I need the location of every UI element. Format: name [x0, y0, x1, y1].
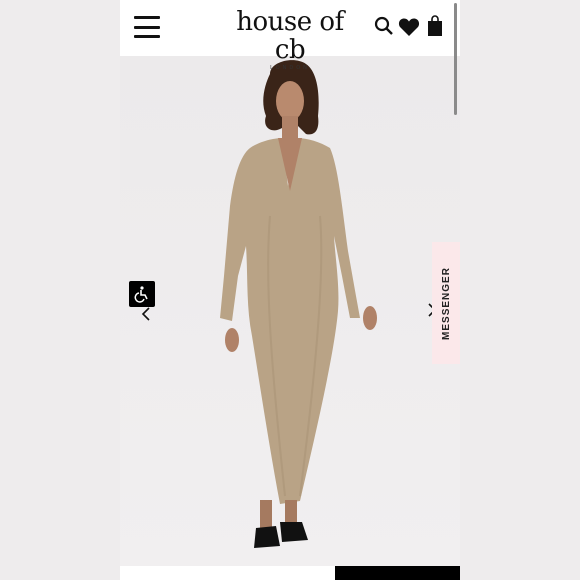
model-right-leg	[285, 500, 297, 524]
chevron-left-icon[interactable]	[140, 306, 152, 322]
model-left-hand	[225, 328, 239, 352]
product-image-area[interactable]: MESSENGER	[120, 56, 460, 566]
right-shoe	[280, 522, 308, 542]
accessibility-button[interactable]	[129, 281, 155, 307]
model-face	[276, 81, 304, 121]
messenger-label: MESSENGER	[440, 266, 452, 340]
model-left-leg	[260, 500, 272, 530]
scrollbar[interactable]	[454, 3, 457, 115]
phone-screen: MESSENGER house of cb LONDON	[120, 0, 460, 580]
search-icon[interactable]	[374, 16, 394, 36]
dress	[220, 138, 360, 504]
messenger-tab[interactable]: MESSENGER	[432, 242, 460, 364]
site-header: house of cb LONDON	[120, 0, 460, 115]
left-backdrop	[0, 0, 120, 580]
hamburger-menu-icon[interactable]	[134, 16, 160, 38]
right-backdrop	[460, 0, 580, 580]
model-neck	[282, 116, 298, 138]
product-image	[220, 60, 377, 548]
wheelchair-accessibility-icon	[134, 286, 148, 303]
left-shoe	[254, 526, 280, 548]
model-right-hand	[363, 306, 377, 330]
logo-text: house of cb	[236, 7, 344, 65]
footer-button[interactable]	[335, 566, 460, 580]
heart-icon[interactable]	[398, 17, 420, 37]
shopping-bag-icon[interactable]	[427, 15, 443, 37]
brand-logo[interactable]: house of cb LONDON	[230, 8, 350, 71]
logo-subtext: LONDON	[270, 65, 310, 71]
